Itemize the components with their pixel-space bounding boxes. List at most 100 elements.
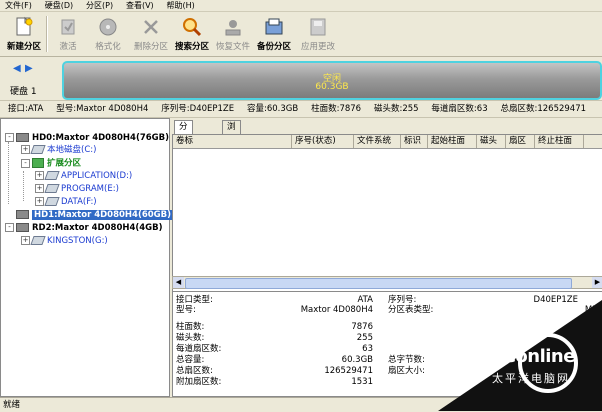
restore-files-icon [225,20,241,36]
serial-label: 序列号: [388,295,417,305]
scroll-left-icon[interactable]: ◀ [173,277,184,288]
tree-disk-hd1[interactable]: HD1:Maxtor 4D080H4(60GB) [5,210,174,221]
tree-data-f[interactable]: + DATA(F:) [35,197,97,208]
expand-icon[interactable]: + [21,236,30,245]
collapse-icon[interactable]: - [5,133,14,142]
disk-label: 硬盘 1 [10,87,37,97]
menu-file[interactable]: 文件(F) [0,0,37,11]
scroll-right-icon[interactable]: ▶ [592,277,602,288]
partition-bar-free-space[interactable]: 空闲 60.3GB [62,61,602,100]
cylinders-value: 7876 [351,322,373,332]
info-serial: 序列号:D40EP1ZE [161,104,235,114]
tree-line [8,142,9,204]
new-partition-button[interactable]: 新建分区 [4,14,44,55]
previous-disk-icon[interactable]: ◀ [13,63,21,74]
menu-partition[interactable]: 分区(P) [81,0,118,11]
column-id[interactable]: 标识 [401,135,428,148]
next-disk-icon[interactable]: ▶ [25,63,33,74]
disk-info-bar: 接口:ATA 型号:Maxtor 4D080H4 序列号:D40EP1ZE 容量… [0,100,602,118]
column-end-cylinder[interactable]: 终止柱面 [535,135,584,148]
search-partition-button[interactable]: 搜索分区 [172,14,212,55]
menu-disk[interactable]: 硬盘(D) [40,0,78,11]
column-head[interactable]: 磁头 [477,135,506,148]
expand-icon[interactable]: + [35,197,44,206]
info-total-sectors: 总扇区数:126529471 [500,104,587,114]
horizontal-scrollbar[interactable]: ◀ ▶ [172,276,602,289]
total-bytes-label: 总字节数: [388,355,425,365]
expand-icon[interactable]: + [35,171,44,180]
model-label: 型号: [176,305,196,315]
hard-disk-icon [16,210,29,219]
partition-table-type-label: 分区表类型: [388,305,434,315]
column-sector[interactable]: 扇区 [506,135,535,148]
info-capacity: 容量:60.3GB [246,104,299,114]
removable-disk-icon [16,223,29,232]
partition-icon [30,236,46,245]
info-heads: 磁头数:255 [373,104,419,114]
menu-bar: 文件(F) 硬盘(D) 分区(P) 查看(V) 帮助(H) [0,0,602,12]
delete-partition-button[interactable]: 删除分区 [131,14,171,55]
hard-disk-icon [16,133,29,142]
column-file-system[interactable]: 文件系统 [354,135,401,148]
pconline-watermark-logo: PConline 太平洋电脑网 [438,300,602,411]
table-header: 卷标 序号(状态) 文件系统 标识 起始柱面 磁头 扇区 终止柱面 [173,135,602,149]
heads-label: 磁头数: [176,333,205,343]
sector-size-label: 扇区大小: [388,366,425,376]
format-button[interactable]: 格式化 [88,14,128,55]
extended-partition-icon [32,158,44,168]
partition-table: 卷标 序号(状态) 文件系统 标识 起始柱面 磁头 扇区 终止柱面 [172,134,602,294]
tree-program-e[interactable]: + PROGRAM(E:) [35,184,119,195]
total-sectors-value: 126529471 [324,366,373,376]
model-value: Maxtor 4D080H4 [300,305,373,315]
disk-tree: - HD0:Maxtor 4D080H4(76GB) + 本地磁盘(C:) - 扩展分… [0,118,174,397]
expand-icon[interactable]: + [21,145,30,154]
column-volume-label[interactable]: 卷标 [173,135,292,148]
info-interface: 接口:ATA [8,104,44,114]
menu-view[interactable]: 查看(V) [121,0,159,11]
total-sectors-label: 总扇区数: [176,366,213,376]
tab-partition-params[interactable]: 分区参数 [174,120,193,171]
partition-icon [44,197,60,206]
column-start-cylinder[interactable]: 起始柱面 [428,135,477,148]
partition-size: 60.3GB [315,82,349,92]
toolbar: 新建分区 激活 格式化 删除分区 搜索分区 恢复文件 备份分区 应用更改 [0,12,602,57]
partition-icon [30,145,46,154]
scroll-thumb[interactable] [185,278,572,289]
apply-changes-icon [310,18,326,36]
backup-partition-icon [265,18,283,35]
activate-button[interactable]: 激活 [48,14,88,55]
new-partition-icon [16,16,33,36]
collapse-icon[interactable]: - [21,158,30,168]
tree-disk-hd0[interactable]: - HD0:Maxtor 4D080H4(76GB) [5,133,169,144]
tree-line [23,171,24,201]
tree-extended-partition[interactable]: - 扩展分区 [21,158,81,169]
watermark-subtitle: 太平洋电脑网 [492,372,570,385]
delete-partition-icon [144,20,158,34]
extra-sectors-label: 附加扇区数: [176,377,222,387]
menu-help[interactable]: 帮助(H) [162,0,200,11]
backup-partition-button[interactable]: 备份分区 [254,14,294,55]
apply-changes-button[interactable]: 应用更改 [298,14,338,55]
partition-icon [44,184,60,193]
tree-local-disk-c[interactable]: + 本地磁盘(C:) [21,145,96,156]
tree-disk-rd2[interactable]: - RD2:Maxtor 4D080H4(4GB) [5,223,163,234]
column-index-status[interactable]: 序号(状态) [292,135,354,148]
tree-application-d[interactable]: + APPLICATION(D:) [35,171,132,182]
cylinders-label: 柱面数: [176,322,205,332]
activate-icon [61,19,75,35]
status-text: 就绪 [3,400,21,410]
info-sectors-per-track: 每道扇区数:63 [431,104,488,114]
search-partition-icon [183,18,202,37]
info-cylinders: 柱面数:7876 [311,104,362,114]
capacity-label: 总容量: [176,355,205,365]
restore-files-button[interactable]: 恢复文件 [213,14,253,55]
heads-value: 255 [356,333,373,343]
collapse-icon[interactable]: - [5,223,14,232]
sectors-per-track-value: 63 [362,344,373,354]
info-model: 型号:Maxtor 4D080H4 [56,104,149,114]
expand-icon[interactable]: + [35,184,44,193]
tree-kingston-g[interactable]: + KINGSTON(G:) [21,236,108,247]
watermark-brand: PConline [490,346,575,367]
tab-browse-files[interactable]: 浏览文件 [222,120,241,171]
format-icon [99,18,117,36]
